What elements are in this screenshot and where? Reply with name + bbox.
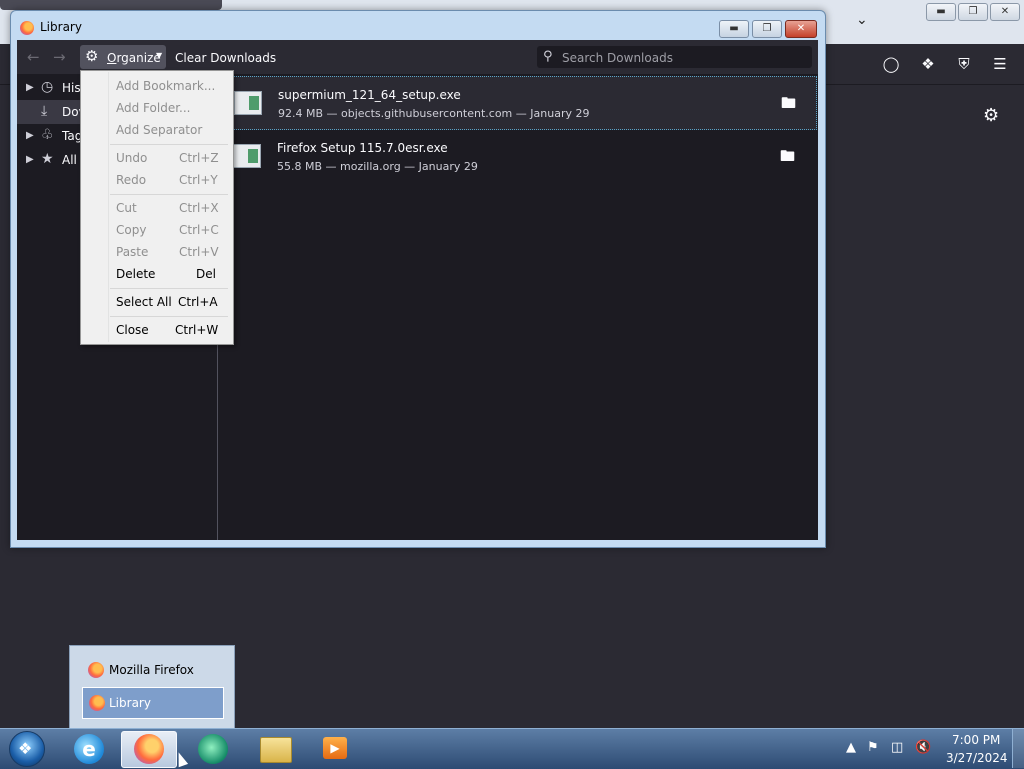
menu-shortcut: Ctrl+V [179,245,219,259]
menu-item-undo[interactable]: Undo [116,151,147,165]
firefox-icon [134,734,164,764]
menu-gutter [108,72,109,342]
search-placeholder: Search Downloads [562,51,673,65]
window-title: Library [40,20,82,34]
forward-arrow-icon[interactable]: → [53,48,66,66]
download-item[interactable]: Firefox Setup 115.7.0esr.exe 55.8 MB — m… [219,130,817,184]
menu-item-add-bookmark[interactable]: Add Bookmark... [116,79,215,93]
star-icon: ★ [41,151,54,167]
background-minimize-button[interactable]: ▬ [926,3,956,21]
menu-item-add-separator[interactable]: Add Separator [116,123,202,137]
search-icon: ⚲ [543,49,553,64]
network-icon[interactable]: ◫ [891,740,903,755]
maximize-button[interactable]: ❐ [752,20,782,38]
menu-shortcut: Ctrl+Z [179,151,219,165]
background-tab[interactable] [0,0,222,10]
exe-file-icon [234,91,262,115]
menu-separator [110,316,228,317]
show-desktop-button[interactable] [1012,729,1024,768]
hamburger-menu-icon[interactable]: ☰ [990,54,1010,74]
clear-downloads-button[interactable]: Clear Downloads [175,51,276,65]
menu-item-cut[interactable]: Cut [116,201,137,215]
back-arrow-icon[interactable]: ← [27,48,40,66]
window-list-label: Library [109,696,151,710]
menu-separator [110,144,228,145]
window-list-item-firefox[interactable]: Mozilla Firefox [82,655,222,685]
clock-date[interactable]: 3/27/2024 [946,751,1008,765]
twisty-icon[interactable]: ▶ [26,130,34,141]
clock-icon: ◷ [41,79,54,95]
menu-item-redo[interactable]: Redo [116,173,146,187]
menu-separator [110,288,228,289]
action-center-flag-icon[interactable]: ⚑ [867,740,879,755]
taskbar-app-media-player[interactable]: ▶ [309,731,363,766]
organize-label: Organize [107,51,161,65]
window-list-item-library[interactable]: Library [82,687,224,719]
menu-separator [110,194,228,195]
menu-shortcut: Del [196,267,216,281]
background-maximize-button[interactable]: ❐ [958,3,988,21]
menu-item-paste[interactable]: Paste [116,245,148,259]
chevron-down-icon: ▼ [156,51,163,60]
menu-item-close[interactable]: Close [116,323,149,337]
firefox-icon [20,21,34,35]
gear-icon: ⚙ [85,47,99,65]
minimize-button[interactable]: ▬ [719,20,749,38]
gear-icon[interactable]: ⚙ [983,105,999,126]
folder-icon[interactable]: 🖿 [781,93,796,118]
pocket-icon[interactable]: ◯ [881,54,901,74]
menu-item-copy[interactable]: Copy [116,223,146,237]
windows-logo-icon: ❖ [18,739,33,758]
sidebar-item-label: All [62,153,77,167]
tag-icon: ♧ [41,127,54,143]
background-close-button[interactable]: ✕ [990,3,1020,21]
twisty-icon[interactable]: ▶ [26,82,34,93]
download-icon: ⤓ [41,103,48,119]
twisty-icon[interactable]: ▶ [26,154,34,165]
window-list-label: Mozilla Firefox [109,663,194,677]
taskbar-app-supermium[interactable] [186,731,240,766]
menu-item-add-folder[interactable]: Add Folder... [116,101,190,115]
extensions-icon[interactable]: ❖ [918,54,938,74]
taskbar-app-firefox[interactable] [121,731,177,768]
media-player-icon: ▶ [323,737,347,759]
menu-shortcut: Ctrl+X [179,201,219,215]
menu-shortcut: Ctrl+Y [179,173,218,187]
taskbar-app-file-explorer[interactable] [248,731,302,766]
taskbar-app-internet-explorer[interactable]: e [62,731,116,766]
clock-time[interactable]: 7:00 PM [952,733,1000,747]
volume-muted-icon[interactable]: 🔇 [915,740,931,755]
menu-item-select-all[interactable]: Select All [116,295,172,309]
exe-file-icon [233,144,261,168]
menu-shortcut: Ctrl+C [179,223,219,237]
folder-icon[interactable]: 🖿 [780,146,795,171]
menu-shortcut: Ctrl+A [178,295,218,309]
firefox-icon [88,662,104,678]
download-item[interactable]: supermium_121_64_setup.exe 92.4 MB — obj… [219,76,817,130]
close-button[interactable]: ✕ [785,20,817,38]
tab-list-chevron-icon[interactable]: ⌄ [856,12,868,28]
menu-item-delete[interactable]: Delete [116,267,155,281]
menu-shortcut: Ctrl+W [175,323,219,337]
ublock-icon[interactable]: ⛨ [954,54,974,74]
show-hidden-icons-chevron-icon[interactable]: ▲ [846,740,856,755]
download-name: supermium_121_64_setup.exe [278,88,461,102]
download-meta: 55.8 MB — mozilla.org — January 29 [277,160,478,173]
supermium-icon [198,734,228,764]
download-meta: 92.4 MB — objects.githubusercontent.com … [278,107,590,120]
internet-explorer-icon: e [74,734,104,764]
firefox-icon [89,695,105,711]
file-explorer-icon [260,737,292,763]
download-name: Firefox Setup 115.7.0esr.exe [277,141,448,155]
